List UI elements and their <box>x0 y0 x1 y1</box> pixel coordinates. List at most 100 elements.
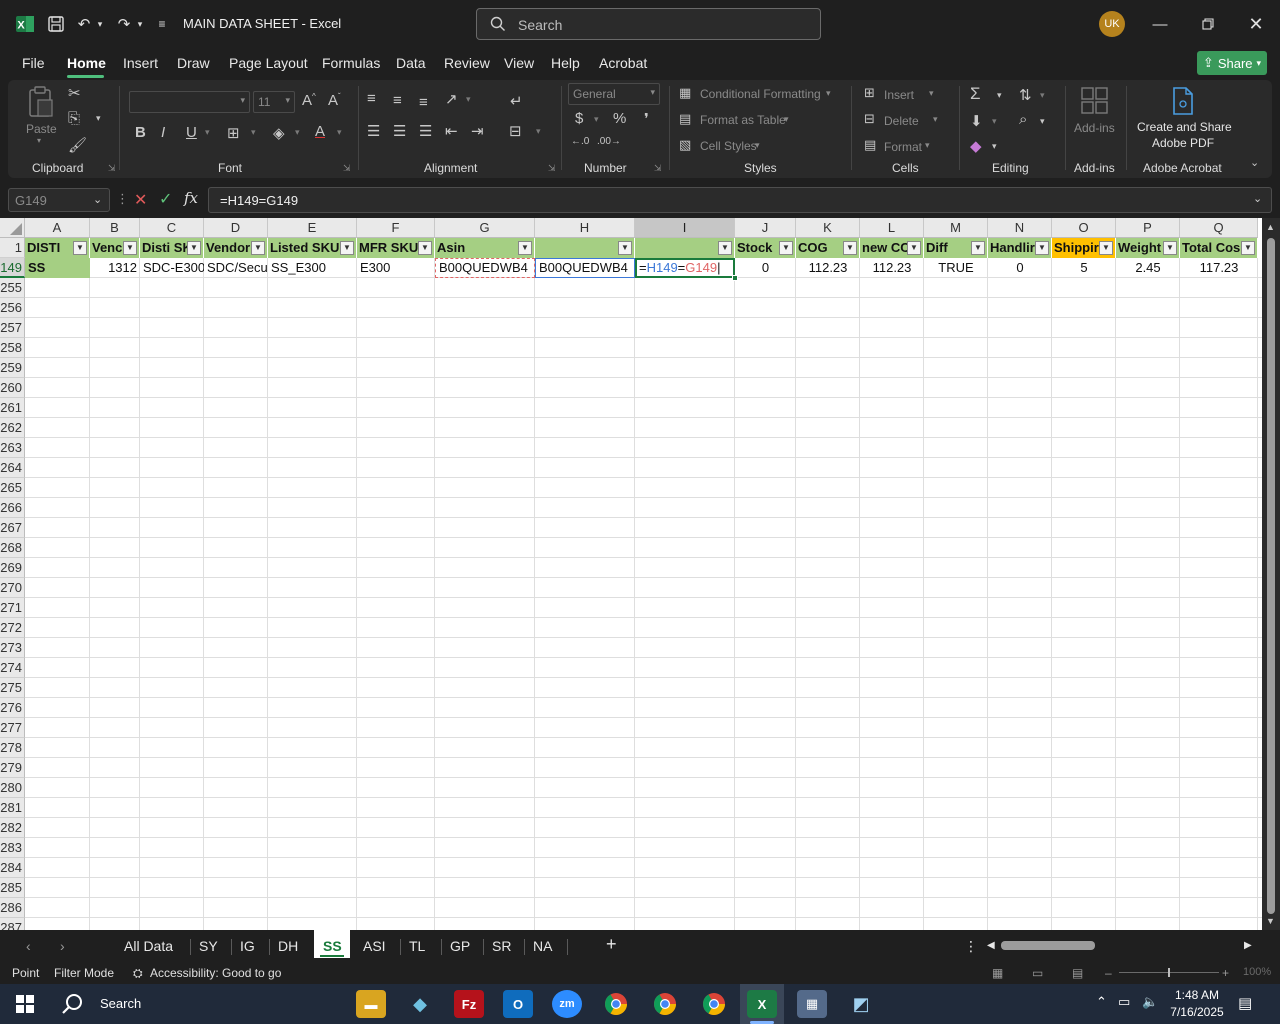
clipboard-launcher-icon[interactable]: ⇲ <box>108 163 116 174</box>
next-sheet-icon[interactable]: › <box>60 938 65 954</box>
paste-dropdown-icon[interactable]: ▾ <box>37 136 41 145</box>
row-header[interactable]: 279 <box>0 758 25 778</box>
enter-icon[interactable]: ✓ <box>159 189 172 209</box>
table-header-cell[interactable]: Vendor ▼ <box>204 238 268 258</box>
table-header-cell[interactable]: new CC ▼ <box>860 238 924 258</box>
increase-decimal-icon[interactable]: ←.0 <box>571 136 589 147</box>
column-header-f[interactable]: F <box>357 218 435 238</box>
row-header[interactable]: 257 <box>0 318 25 338</box>
menu-data[interactable]: Data <box>396 55 426 71</box>
scroll-left-icon[interactable]: ◀ <box>987 940 995 951</box>
wrap-text-icon[interactable]: ↵ <box>510 92 523 110</box>
row-header[interactable]: 278 <box>0 738 25 758</box>
percent-icon[interactable]: % <box>613 110 626 127</box>
cut-icon[interactable]: ✂ <box>68 84 81 102</box>
row-header[interactable]: 259 <box>0 358 25 378</box>
scroll-down-icon[interactable]: ▼ <box>1266 916 1275 926</box>
vertical-scroll-thumb[interactable] <box>1267 238 1275 914</box>
decrease-decimal-icon[interactable]: .00→ <box>597 136 621 147</box>
table-header-cell[interactable]: ▼ <box>535 238 635 258</box>
undo-icon[interactable]: ↶ <box>74 10 94 38</box>
row-header[interactable]: 267 <box>0 518 25 538</box>
underline-icon[interactable]: U <box>186 124 197 141</box>
column-header-e[interactable]: E <box>268 218 357 238</box>
cell-styles-button[interactable]: Cell Styles <box>700 139 757 153</box>
filter-dropdown-icon[interactable]: ▼ <box>718 241 732 255</box>
row-header[interactable]: 256 <box>0 298 25 318</box>
row-header[interactable]: 277 <box>0 718 25 738</box>
delete-cells-button[interactable]: Delete <box>884 114 919 128</box>
row-header[interactable]: 266 <box>0 498 25 518</box>
autosum-icon[interactable]: Σ <box>970 84 981 104</box>
restore-icon[interactable] <box>1194 10 1222 38</box>
filter-dropdown-icon[interactable]: ▼ <box>618 241 632 255</box>
zoom-out-icon[interactable]: – <box>1105 966 1112 980</box>
row-header[interactable]: 280 <box>0 778 25 798</box>
filter-dropdown-icon[interactable]: ▼ <box>251 241 265 255</box>
row-header[interactable]: 255 <box>0 278 25 298</box>
menu-insert[interactable]: Insert <box>123 55 158 71</box>
sheet-tab-dh[interactable]: DH <box>278 938 298 954</box>
fill-color-dropdown-icon[interactable]: ▾ <box>295 127 300 138</box>
clear-icon[interactable]: ◆ <box>970 137 982 155</box>
align-center-icon[interactable]: ☰ <box>393 122 406 140</box>
row-header[interactable]: 287 <box>0 918 25 930</box>
row-header[interactable]: 261 <box>0 398 25 418</box>
decrease-font-size-icon[interactable]: Aˇ <box>328 92 341 109</box>
name-box[interactable]: G149 ⌄ <box>8 188 110 212</box>
network-icon[interactable]: ▭ <box>1118 994 1130 1010</box>
sheet-tab-tl[interactable]: TL <box>409 938 425 954</box>
table-cell[interactable]: SDC/Secu <box>204 258 268 278</box>
taskbar-search-label[interactable]: Search <box>100 996 141 1011</box>
filter-dropdown-icon[interactable]: ▼ <box>518 241 532 255</box>
align-bottom-icon[interactable]: ≡ <box>419 94 428 111</box>
row-header[interactable]: 149 <box>0 258 25 278</box>
filter-dropdown-icon[interactable]: ▼ <box>843 241 857 255</box>
zoom-in-icon[interactable]: + <box>1222 966 1229 980</box>
column-header-c[interactable]: C <box>140 218 204 238</box>
column-header-a[interactable]: A <box>25 218 90 238</box>
search-input[interactable]: Search <box>476 8 821 40</box>
page-break-view-icon[interactable]: ▤ <box>1072 966 1083 980</box>
reference-cell-g149[interactable]: B00QUEDWB4 <box>435 258 535 278</box>
borders-icon[interactable]: ⊞ <box>227 124 240 142</box>
align-middle-icon[interactable]: ≡ <box>393 92 402 109</box>
increase-font-size-icon[interactable]: A^ <box>302 92 316 109</box>
formula-input[interactable]: =H149=G149 ⌄ <box>208 187 1272 213</box>
zoom-slider-thumb[interactable] <box>1168 968 1170 977</box>
table-cell[interactable]: TRUE <box>924 258 988 278</box>
scroll-up-icon[interactable]: ▲ <box>1266 222 1275 232</box>
decrease-indent-icon[interactable]: ⇤ <box>445 122 458 140</box>
notifications-icon[interactable]: ▤ <box>1238 994 1252 1012</box>
collapse-ribbon-icon[interactable]: ⌄ <box>1250 156 1259 169</box>
filter-dropdown-icon[interactable]: ▼ <box>123 241 137 255</box>
sheet-tab-sr[interactable]: SR <box>492 938 511 954</box>
select-all-corner[interactable] <box>0 218 25 238</box>
table-header-cell[interactable]: Diff ▼ <box>924 238 988 258</box>
row-header[interactable]: 263 <box>0 438 25 458</box>
show-hidden-icons-icon[interactable]: ⌃ <box>1096 994 1107 1010</box>
row-header[interactable]: 262 <box>0 418 25 438</box>
sheet-tab-ig[interactable]: IG <box>240 938 255 954</box>
column-header-m[interactable]: M <box>924 218 988 238</box>
number-launcher-icon[interactable]: ⇲ <box>654 163 662 174</box>
merge-dropdown-icon[interactable]: ▾ <box>536 126 541 137</box>
comma-style-icon[interactable]: ❜ <box>644 110 649 128</box>
redo-icon[interactable]: ↷ <box>114 10 134 38</box>
filter-dropdown-icon[interactable]: ▼ <box>418 241 432 255</box>
filter-dropdown-icon[interactable]: ▼ <box>779 241 793 255</box>
filter-dropdown-icon[interactable]: ▼ <box>1241 241 1255 255</box>
avatar[interactable]: UK <box>1099 11 1125 37</box>
column-header-b[interactable]: B <box>90 218 140 238</box>
table-cell[interactable]: 112.23 <box>860 258 924 278</box>
vertical-scrollbar[interactable]: ▲ ▼ <box>1262 218 1280 930</box>
column-header-j[interactable]: J <box>735 218 796 238</box>
undo-dropdown-icon[interactable]: ▾ <box>94 10 106 38</box>
app-icon[interactable]: ◆ <box>405 990 435 1018</box>
redo-dropdown-icon[interactable]: ▾ <box>134 10 146 38</box>
sheet-tab-asi[interactable]: ASI <box>363 938 386 954</box>
table-header-cell[interactable]: ▼ <box>635 238 735 258</box>
row-header[interactable]: 265 <box>0 478 25 498</box>
font-size-dropdown[interactable]: 11 ▾ <box>253 91 295 113</box>
filter-dropdown-icon[interactable]: ▼ <box>1163 241 1177 255</box>
